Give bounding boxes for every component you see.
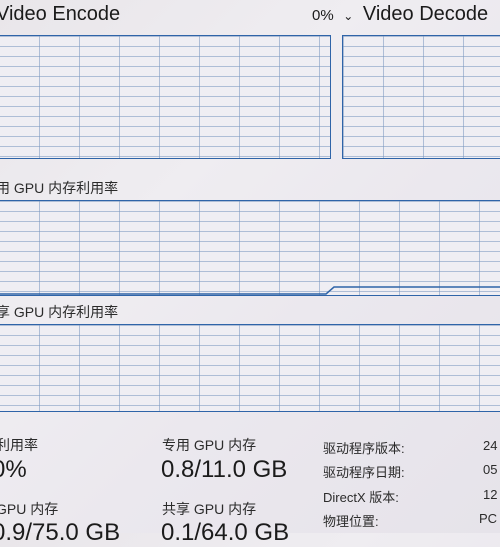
driver-date-value: 05 (483, 462, 498, 477)
utilization-value: 0% (0, 456, 27, 483)
gpu-memory-value: 0.9/75.0 GB (0, 519, 121, 546)
shared-gpu-memory-chart-label: 享 GPU 内存利用率 (0, 304, 119, 320)
driver-version-value: 24 (483, 438, 498, 453)
physical-location-label: 物理位置: (323, 514, 379, 529)
driver-date-label: 驱动程序日期: (323, 465, 405, 480)
dedicated-gpu-memory-label: 专用 GPU 内存 (162, 437, 257, 453)
shared-gpu-memory-value: 0.1/64.0 GB (161, 519, 290, 546)
dedicated-gpu-memory-value: 0.8/11.0 GB (161, 456, 288, 483)
gpu-memory-label: GPU 内存 (0, 501, 59, 517)
directx-version-value: 12 (483, 487, 498, 502)
shared-gpu-memory-graph (0, 324, 500, 412)
physical-location-value: PC (479, 511, 498, 526)
directx-version-label: DirectX 版本: (323, 490, 399, 505)
utilization-label: 利用率 (0, 437, 38, 453)
shared-gpu-memory-label: 共享 GPU 内存 (162, 501, 257, 517)
driver-version-label: 驱动程序版本: (323, 441, 405, 456)
